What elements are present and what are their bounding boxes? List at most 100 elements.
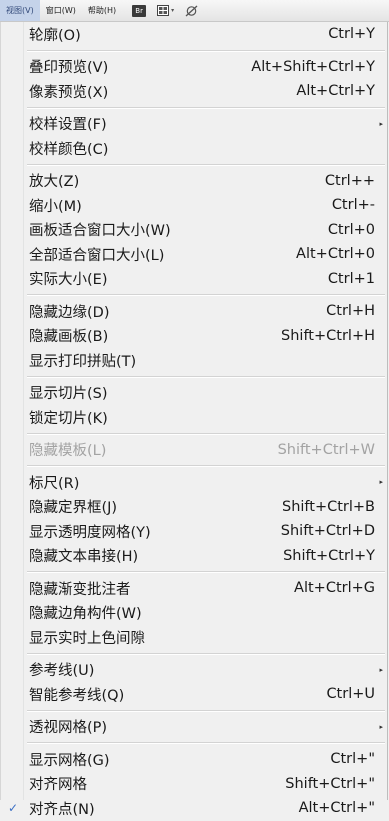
menu-item[interactable]: 校样设置(F) ▸: [1, 112, 387, 137]
menu-item-shortcut: Ctrl+U: [326, 686, 375, 703]
menu-item-shortcut: Ctrl+0: [327, 221, 375, 238]
menu-separator: [1, 47, 387, 55]
menu-item-shortcut: Shift+Ctrl+D: [280, 523, 375, 540]
menu-item-shortcut: Alt+Ctrl+0: [296, 246, 375, 263]
menu-item[interactable]: 叠印预览(V) Alt+Shift+Ctrl+Y: [1, 55, 387, 80]
menu-item-label: 轮廓(O): [29, 27, 81, 44]
menu-item[interactable]: 显示实时上色间隙: [1, 625, 387, 650]
view-dropdown-menu: 轮廓(O) Ctrl+Y 叠印预览(V) Alt+Shift+Ctrl+Y 像素预览(X…: [0, 22, 388, 818]
submenu-arrow-icon: ▸: [379, 665, 383, 674]
menu-separator: [1, 373, 387, 381]
menu-item[interactable]: 缩小(M) Ctrl+-: [1, 193, 387, 218]
menu-separator: [1, 430, 387, 438]
menu-item[interactable]: 显示打印拼贴(T): [1, 348, 387, 373]
menu-item-shortcut: Alt+Shift+Ctrl+Y: [251, 58, 375, 75]
menu-item[interactable]: 像素预览(X) Alt+Ctrl+Y: [1, 79, 387, 104]
menu-item-shortcut: Ctrl+Y: [328, 26, 375, 43]
chevron-down-icon[interactable]: ▾: [171, 7, 174, 14]
menu-item-shortcut: Shift+Ctrl+W: [277, 441, 375, 458]
menu-item-label: 隐藏渐变批注者: [29, 581, 131, 598]
menu-item[interactable]: 隐藏边缘(D) Ctrl+H: [1, 299, 387, 324]
menu-separator: [1, 707, 387, 715]
menu-item-label: 放大(Z): [29, 174, 80, 191]
workspace-icon[interactable]: [184, 5, 198, 17]
menu-item[interactable]: 全部适合窗口大小(L) Alt+Ctrl+0: [1, 242, 387, 267]
menu-bar: 视图(V) 窗口(W) 帮助(H) Br ▾: [0, 0, 389, 22]
menu-item[interactable]: 放大(Z) Ctrl++: [1, 169, 387, 194]
menu-separator: [1, 161, 387, 169]
menu-item-shortcut: Shift+Ctrl+B: [281, 498, 375, 515]
menu-item-label: 隐藏模板(L): [29, 443, 107, 460]
menu-item-label: 校样设置(F): [29, 117, 107, 134]
menu-item[interactable]: 参考线(U) ▸: [1, 658, 387, 683]
arrange-documents-icon[interactable]: [156, 5, 170, 17]
menu-item[interactable]: 画板适合窗口大小(W) Ctrl+0: [1, 218, 387, 243]
menu-item-label: 实际大小(E): [29, 272, 108, 289]
menu-item[interactable]: 标尺(R) ▸: [1, 470, 387, 495]
menu-item-label: 锁定切片(K): [29, 410, 108, 427]
menu-separator: [1, 104, 387, 112]
menu-item-shortcut: Ctrl+H: [326, 303, 375, 320]
menu-item[interactable]: 显示网格(G) Ctrl+": [1, 747, 387, 772]
bridge-icon[interactable]: Br: [132, 4, 147, 17]
menu-item-label: 像素预览(X): [29, 84, 109, 101]
menu-item-label: 显示打印拼贴(T): [29, 353, 137, 370]
menu-item-label: 隐藏边缘(D): [29, 304, 110, 321]
menu-item-label: 对齐点(N): [29, 801, 95, 818]
menu-item-label: 参考线(U): [29, 663, 95, 680]
menu-item[interactable]: 实际大小(E) Ctrl+1: [1, 267, 387, 292]
menu-item-shortcut: Shift+Ctrl+Y: [283, 547, 375, 564]
menu-item-label: 显示切片(S): [29, 386, 108, 403]
menu-item[interactable]: 隐藏渐变批注者 Alt+Ctrl+G: [1, 576, 387, 601]
menu-item-label: 对齐网格: [29, 777, 87, 794]
menu-item-label: 显示实时上色间隙: [29, 630, 145, 647]
menu-item[interactable]: 对齐网格 Shift+Ctrl+": [1, 772, 387, 797]
menu-item-label: 全部适合窗口大小(L): [29, 247, 165, 264]
menu-separator: [1, 568, 387, 576]
menu-item-shortcut: Shift+Ctrl+H: [281, 327, 375, 344]
menu-item-shortcut: Ctrl+": [330, 751, 375, 768]
menu-item[interactable]: 隐藏画板(B) Shift+Ctrl+H: [1, 324, 387, 349]
menu-item-shortcut: Shift+Ctrl+": [285, 775, 375, 792]
menu-item-label: 叠印预览(V): [29, 60, 109, 77]
menu-item-label: 隐藏画板(B): [29, 329, 109, 346]
menu-window[interactable]: 窗口(W): [40, 0, 82, 21]
menu-separator: [1, 650, 387, 658]
menu-item[interactable]: 显示透明度网格(Y) Shift+Ctrl+D: [1, 519, 387, 544]
menu-help[interactable]: 帮助(H): [82, 0, 122, 21]
menu-item[interactable]: 智能参考线(Q) Ctrl+U: [1, 682, 387, 707]
menu-item-label: 透视网格(P): [29, 720, 108, 737]
menu-item-label: 隐藏文本串接(H): [29, 549, 139, 566]
menu-item[interactable]: 隐藏边角构件(W): [1, 601, 387, 626]
menu-item-label: 缩小(M): [29, 198, 82, 215]
menu-item-label: 显示透明度网格(Y): [29, 524, 151, 541]
menu-item-shortcut: Ctrl+-: [331, 197, 375, 214]
menu-item[interactable]: 校样颜色(C): [1, 136, 387, 161]
menu-item[interactable]: 隐藏文本串接(H) Shift+Ctrl+Y: [1, 544, 387, 569]
menu-item[interactable]: 显示切片(S): [1, 381, 387, 406]
menu-item-label: 隐藏边角构件(W): [29, 606, 142, 623]
menu-item[interactable]: 隐藏定界框(J) Shift+Ctrl+B: [1, 495, 387, 520]
menu-item-label: 校样颜色(C): [29, 141, 109, 158]
menu-item[interactable]: 透视网格(P) ▸: [1, 715, 387, 740]
checkmark-icon: ✓: [8, 801, 19, 816]
menu-item-label: 智能参考线(Q): [29, 687, 125, 704]
submenu-arrow-icon: ▸: [379, 119, 383, 128]
menu-item-label: 隐藏定界框(J): [29, 500, 118, 517]
menu-item-shortcut: Alt+Ctrl+Y: [296, 83, 375, 100]
menu-separator: [1, 739, 387, 747]
menu-separator: [1, 462, 387, 470]
menu-item-label: 画板适合窗口大小(W): [29, 223, 171, 240]
submenu-arrow-icon: ▸: [379, 478, 383, 487]
menu-item[interactable]: 轮廓(O) Ctrl+Y: [1, 22, 387, 47]
menu-item: 隐藏模板(L) Shift+Ctrl+W: [1, 438, 387, 463]
menu-item-shortcut: Ctrl++: [324, 172, 375, 189]
submenu-arrow-icon: ▸: [379, 722, 383, 731]
menu-separator: [1, 291, 387, 299]
menu-item-label: 标尺(R): [29, 475, 80, 492]
menu-item[interactable]: 锁定切片(K): [1, 405, 387, 430]
menu-view[interactable]: 视图(V): [0, 0, 40, 21]
menu-item-shortcut: Alt+Ctrl+G: [294, 580, 375, 597]
menu-item-label: 显示网格(G): [29, 752, 110, 769]
menu-item-shortcut: Ctrl+1: [327, 270, 375, 287]
